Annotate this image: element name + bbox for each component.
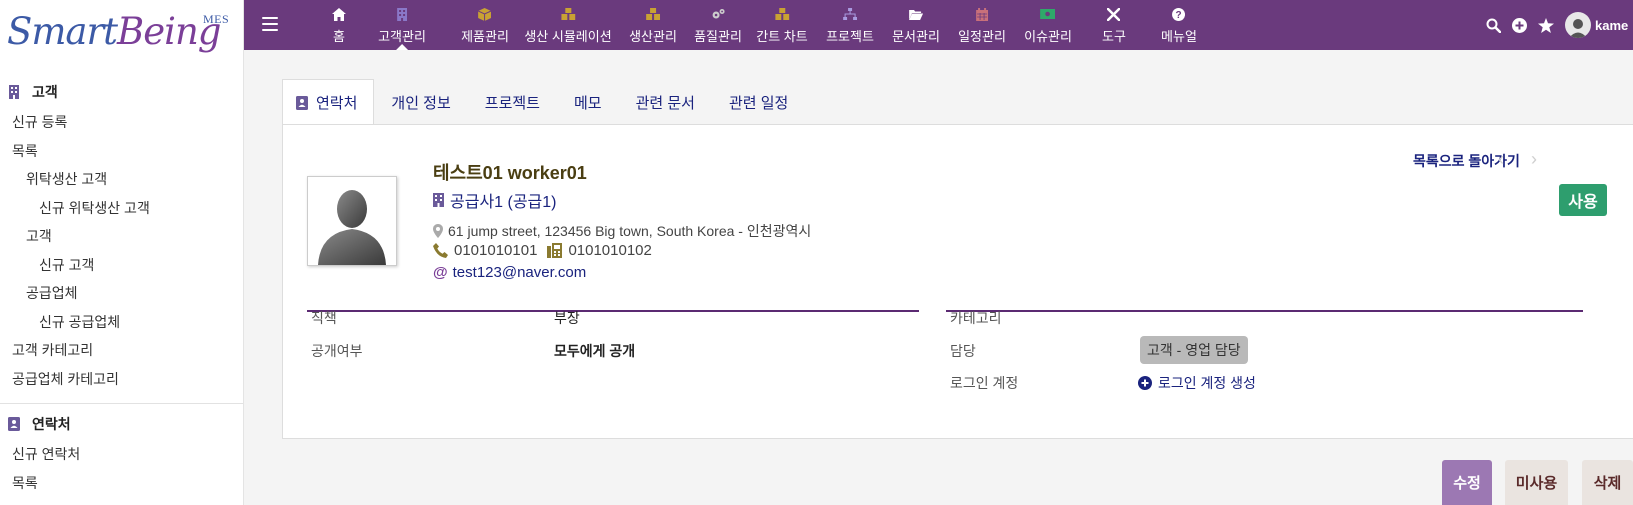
nav-product[interactable]: 제품관리	[461, 0, 509, 50]
category-label: 카테고리	[950, 310, 1002, 326]
sidebar-item-list[interactable]: 목록	[0, 137, 243, 166]
contact-card: 테스트01 worker01 공급사1 (공급1) 61 jump street…	[282, 124, 1633, 439]
company-link[interactable]: 공급사1 (공급1)	[433, 188, 557, 212]
nav-gantt[interactable]: 간트 차트	[756, 0, 808, 50]
owner-tag[interactable]: 고객 - 영업 담당	[1140, 336, 1248, 364]
fax-number: 0101010102	[568, 242, 652, 259]
sidebar-item-new-contact[interactable]: 신규 연락처	[0, 440, 243, 469]
nav-manual[interactable]: ? 메뉴얼	[1161, 0, 1197, 50]
tab-related-docs[interactable]: 관련 문서	[619, 79, 712, 125]
owner-label: 담당	[950, 343, 976, 359]
building-icon	[9, 85, 19, 99]
top-navbar: 홈 고객관리 제품관리 생산 시뮬레이션 생산관리 품질관리 간트 차트 프로젝…	[244, 0, 1633, 50]
phone-number: 0101010101	[454, 242, 538, 259]
nav-quality[interactable]: 품질관리	[694, 0, 742, 50]
sidebar-section-customer[interactable]: 고객	[0, 80, 243, 104]
nav-production[interactable]: 생산관리	[629, 0, 677, 50]
tab-personal-info[interactable]: 개인 정보	[374, 79, 467, 125]
user-silhouette-icon	[318, 190, 386, 265]
add-circle-icon[interactable]	[1512, 0, 1527, 50]
sidebar-item-supplier[interactable]: 공급업체	[0, 279, 243, 308]
calendar-icon	[976, 7, 988, 21]
contact-photo	[307, 176, 397, 266]
tab-memo[interactable]: 메모	[557, 79, 619, 125]
sidebar-item-contact-list[interactable]: 목록	[0, 469, 243, 498]
cube-icon	[478, 7, 492, 21]
position-label: 직책	[311, 310, 337, 326]
fax-icon	[547, 243, 563, 258]
cogs-icon	[711, 7, 725, 21]
avatar	[1565, 12, 1591, 38]
money-icon	[1040, 7, 1056, 21]
sidebar-item-new-supplier[interactable]: 신규 공급업체	[0, 308, 243, 337]
sitemap-icon	[843, 7, 857, 21]
logo[interactable]: SmartBeing MES	[0, 0, 243, 62]
address-card-icon	[296, 95, 308, 110]
plus-circle-icon	[1138, 376, 1152, 390]
cubes-icon	[561, 7, 575, 21]
tab-contact[interactable]: 연락처	[282, 79, 375, 125]
visibility-label: 공개여부	[311, 343, 363, 359]
at-icon: @	[433, 264, 448, 281]
details-right-divider	[946, 310, 1583, 312]
logo-suffix: MES	[203, 12, 230, 26]
tools-icon	[1107, 7, 1121, 21]
phone-icon	[433, 243, 448, 258]
cubes-icon	[774, 7, 789, 21]
nav-production-simulation[interactable]: 생산 시뮬레이션	[524, 0, 612, 50]
tab-projects[interactable]: 프로젝트	[468, 79, 557, 125]
sidebar-item-new-customer[interactable]: 신규 고객	[0, 251, 243, 280]
nav-project[interactable]: 프로젝트	[826, 0, 874, 50]
details-left-divider	[307, 310, 919, 312]
sidebar-item-new-contract-customer[interactable]: 신규 위탁생산 고객	[0, 194, 243, 223]
logo-part1: Smart	[7, 9, 118, 53]
map-marker-icon	[433, 224, 443, 238]
star-icon[interactable]	[1538, 0, 1554, 50]
sidebar-item-customer[interactable]: 고객	[0, 222, 243, 251]
disable-button[interactable]: 미사용	[1505, 460, 1568, 505]
building-icon	[433, 193, 444, 207]
home-icon	[332, 7, 346, 21]
nav-home[interactable]: 홈	[332, 0, 346, 50]
menu-toggle-icon[interactable]	[262, 17, 278, 31]
sidebar-item-contract-customer[interactable]: 위탁생산 고객	[0, 165, 243, 194]
prev-record-icon[interactable]: ‹	[1498, 149, 1504, 170]
nav-tools[interactable]: 도구	[1102, 0, 1126, 50]
username: kame	[1595, 17, 1629, 33]
svg-text:?: ?	[1176, 10, 1182, 21]
sidebar-item-new-register[interactable]: 신규 등록	[0, 108, 243, 137]
sidebar-section-contact[interactable]: 연락처	[0, 412, 243, 436]
visibility-value: 모두에게 공개	[554, 343, 636, 359]
search-icon[interactable]	[1486, 0, 1501, 50]
record-tabs: 연락처 개인 정보 프로젝트 메모 관련 문서 관련 일정	[282, 79, 805, 125]
sidebar-item-customer-category[interactable]: 고객 카테고리	[0, 336, 243, 365]
contact-phones: 0101010101 0101010102	[433, 242, 652, 259]
building-icon	[397, 7, 407, 21]
next-record-icon[interactable]: ›	[1531, 149, 1537, 170]
nav-customer[interactable]: 고객관리	[378, 0, 426, 50]
sidebar-item-supplier-category[interactable]: 공급업체 카테고리	[0, 365, 243, 394]
contact-address: 61 jump street, 123456 Big town, South K…	[433, 221, 811, 241]
status-badge: 사용	[1559, 184, 1607, 216]
login-account-label: 로그인 계정	[950, 375, 1019, 391]
position-value: 부장	[554, 310, 580, 326]
left-sidebar: SmartBeing MES 고객 신규 등록 목록 위탁생산 고객 신규 위탁…	[0, 0, 244, 505]
address-card-icon	[8, 417, 20, 431]
email-link[interactable]: @ test123@naver.com	[433, 264, 586, 281]
nav-schedule[interactable]: 일정관리	[958, 0, 1006, 50]
nav-documents[interactable]: 문서관리	[892, 0, 940, 50]
nav-issues[interactable]: 이슈관리	[1024, 0, 1072, 50]
cubes-icon	[646, 7, 660, 21]
edit-button[interactable]: 수정	[1442, 460, 1492, 505]
question-circle-icon: ?	[1172, 7, 1186, 21]
user-menu[interactable]: kame	[1565, 0, 1628, 50]
delete-button[interactable]: 삭제	[1582, 460, 1633, 505]
folder-open-icon	[909, 7, 923, 21]
tab-related-schedule[interactable]: 관련 일정	[712, 79, 805, 125]
create-login-button[interactable]: 로그인 계정 생성	[1138, 373, 1256, 393]
contact-name: 테스트01 worker01	[433, 163, 587, 183]
